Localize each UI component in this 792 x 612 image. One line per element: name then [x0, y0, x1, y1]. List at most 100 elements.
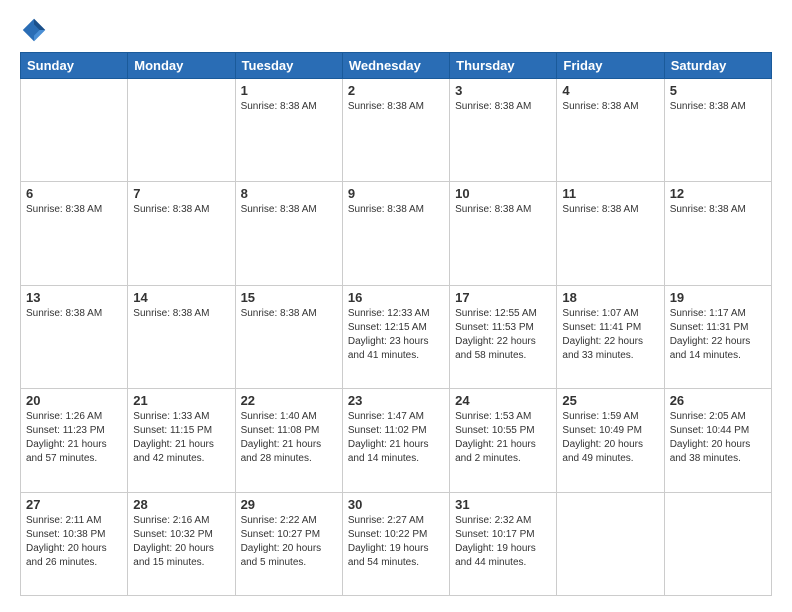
col-friday: Friday — [557, 53, 664, 79]
logo — [20, 16, 52, 44]
table-row: 7Sunrise: 8:38 AM — [128, 182, 235, 285]
day-info: Sunrise: 8:38 AM — [455, 203, 551, 217]
table-row: 3 Sunrise: 8:38 AM — [450, 79, 557, 182]
day-number: 21 — [133, 393, 229, 408]
day-number: 5 — [670, 83, 766, 98]
calendar-header-row: Sunday Monday Tuesday Wednesday Thursday… — [21, 53, 772, 79]
table-row: 13Sunrise: 8:38 AM — [21, 285, 128, 388]
day-info: Sunrise: 8:38 AM — [26, 307, 122, 321]
table-row: 2 Sunrise: 8:38 AM — [342, 79, 449, 182]
col-thursday: Thursday — [450, 53, 557, 79]
table-row: 11Sunrise: 8:38 AM — [557, 182, 664, 285]
day-info: Sunrise: 8:38 AM — [455, 100, 551, 114]
calendar-week-row: 27 Sunrise: 2:11 AMSunset: 10:38 PMDaylig… — [21, 492, 772, 595]
col-tuesday: Tuesday — [235, 53, 342, 79]
day-number: 9 — [348, 186, 444, 201]
table-row: 29Sunrise: 2:22 AMSunset: 10:27 PMDaylig… — [235, 492, 342, 595]
day-number: 30 — [348, 497, 444, 512]
table-row: 6 Sunrise: 8:38 AM — [21, 182, 128, 285]
day-number: 23 — [348, 393, 444, 408]
table-row: 19 Sunrise: 1:17 AMSunset: 11:31 PMDaylig… — [664, 285, 771, 388]
day-number: 15 — [241, 290, 337, 305]
day-info: Sunrise: 12:33 AMSunset: 12:15 AMDayligh… — [348, 307, 444, 363]
day-number: 22 — [241, 393, 337, 408]
day-number: 28 — [133, 497, 229, 512]
day-number: 27 — [26, 497, 122, 512]
day-number: 14 — [133, 290, 229, 305]
day-number: 6 — [26, 186, 122, 201]
day-info: Sunrise: 2:11 AMSunset: 10:38 PMDaylight… — [26, 514, 122, 570]
table-row: 17 Sunrise: 12:55 AMSunset: 11:53 PMDayli… — [450, 285, 557, 388]
day-info: Sunrise: 8:38 AM — [348, 203, 444, 217]
day-number: 26 — [670, 393, 766, 408]
table-row: 30 Sunrise: 2:27 AMSunset: 10:22 PMDaylig… — [342, 492, 449, 595]
table-row: 8 Sunrise: 8:38 AM — [235, 182, 342, 285]
table-row — [21, 79, 128, 182]
table-row: 5 Sunrise: 8:38 AM — [664, 79, 771, 182]
day-info: Sunrise: 1:59 AMSunset: 10:49 PMDaylight… — [562, 410, 658, 466]
day-info: Sunrise: 12:55 AMSunset: 11:53 PMDayligh… — [455, 307, 551, 363]
day-info: Sunrise: 1:26 AMSunset: 11:23 PMDaylight… — [26, 410, 122, 466]
col-wednesday: Wednesday — [342, 53, 449, 79]
header — [20, 16, 772, 44]
day-info: Sunrise: 8:38 AM — [241, 307, 337, 321]
table-row: 4 Sunrise: 8:38 AM — [557, 79, 664, 182]
day-number: 25 — [562, 393, 658, 408]
day-info: Sunrise: 8:38 AM — [133, 307, 229, 321]
day-info: Sunrise: 8:38 AM — [26, 203, 122, 217]
day-number: 19 — [670, 290, 766, 305]
table-row: 10 Sunrise: 8:38 AM — [450, 182, 557, 285]
day-info: Sunrise: 1:17 AMSunset: 11:31 PMDaylight… — [670, 307, 766, 363]
table-row: 9 Sunrise: 8:38 AM — [342, 182, 449, 285]
day-info: Sunrise: 8:38 AM — [348, 100, 444, 114]
day-info: Sunrise: 8:38 AM — [241, 203, 337, 217]
day-info: Sunrise: 8:38 AM — [562, 100, 658, 114]
day-number: 4 — [562, 83, 658, 98]
day-number: 3 — [455, 83, 551, 98]
table-row: 26 Sunrise: 2:05 AMSunset: 10:44 PMDaylig… — [664, 389, 771, 492]
day-number: 17 — [455, 290, 551, 305]
day-number: 8 — [241, 186, 337, 201]
table-row: 22Sunrise: 1:40 AMSunset: 11:08 PMDaylig… — [235, 389, 342, 492]
calendar-week-row: 20 Sunrise: 1:26 AMSunset: 11:23 PMDaylig… — [21, 389, 772, 492]
day-number: 12 — [670, 186, 766, 201]
logo-icon — [20, 16, 48, 44]
day-info: Sunrise: 2:22 AMSunset: 10:27 PMDaylight… — [241, 514, 337, 570]
col-saturday: Saturday — [664, 53, 771, 79]
day-info: Sunrise: 1:53 AMSunset: 10:55 PMDaylight… — [455, 410, 551, 466]
day-info: Sunrise: 2:32 AMSunset: 10:17 PMDaylight… — [455, 514, 551, 570]
calendar-week-row: 6Sunrise: 8:38 AM7Sunrise: 8:38 AM8Sunri… — [21, 182, 772, 285]
table-row: 14 Sunrise: 8:38 AM — [128, 285, 235, 388]
table-row: 18Sunrise: 1:07 AMSunset: 11:41 PMDaylig… — [557, 285, 664, 388]
day-info: Sunrise: 2:27 AMSunset: 10:22 PMDaylight… — [348, 514, 444, 570]
table-row — [557, 492, 664, 595]
table-row: 16 Sunrise: 12:33 AMSunset: 12:15 AMDayli… — [342, 285, 449, 388]
day-number: 20 — [26, 393, 122, 408]
table-row: 24 Sunrise: 1:53 AMSunset: 10:55 PMDaylig… — [450, 389, 557, 492]
table-row: 1 Sunrise: 8:38 AM — [235, 79, 342, 182]
col-monday: Monday — [128, 53, 235, 79]
day-number: 11 — [562, 186, 658, 201]
day-info: Sunrise: 8:38 AM — [241, 100, 337, 114]
day-info: Sunrise: 8:38 AM — [670, 203, 766, 217]
day-number: 31 — [455, 497, 551, 512]
day-number: 2 — [348, 83, 444, 98]
table-row — [664, 492, 771, 595]
calendar-week-row: 1 Sunrise: 8:38 AM 2 Sunrise: 8:38 AM 3 Sunri… — [21, 79, 772, 182]
day-info: Sunrise: 2:16 AMSunset: 10:32 PMDaylight… — [133, 514, 229, 570]
day-number: 1 — [241, 83, 337, 98]
table-row: 25 Sunrise: 1:59 AMSunset: 10:49 PMDaylig… — [557, 389, 664, 492]
day-info: Sunrise: 2:05 AMSunset: 10:44 PMDaylight… — [670, 410, 766, 466]
calendar-week-row: 13Sunrise: 8:38 AM 14 Sunrise: 8:38 AM 15 Su… — [21, 285, 772, 388]
table-row: 27 Sunrise: 2:11 AMSunset: 10:38 PMDaylig… — [21, 492, 128, 595]
day-number: 18 — [562, 290, 658, 305]
table-row: 20 Sunrise: 1:26 AMSunset: 11:23 PMDaylig… — [21, 389, 128, 492]
day-info: Sunrise: 8:38 AM — [670, 100, 766, 114]
day-number: 7 — [133, 186, 229, 201]
day-info: Sunrise: 1:47 AMSunset: 11:02 PMDaylight… — [348, 410, 444, 466]
day-number: 10 — [455, 186, 551, 201]
col-sunday: Sunday — [21, 53, 128, 79]
table-row: 15 Sunrise: 8:38 AM — [235, 285, 342, 388]
day-number: 24 — [455, 393, 551, 408]
day-number: 16 — [348, 290, 444, 305]
